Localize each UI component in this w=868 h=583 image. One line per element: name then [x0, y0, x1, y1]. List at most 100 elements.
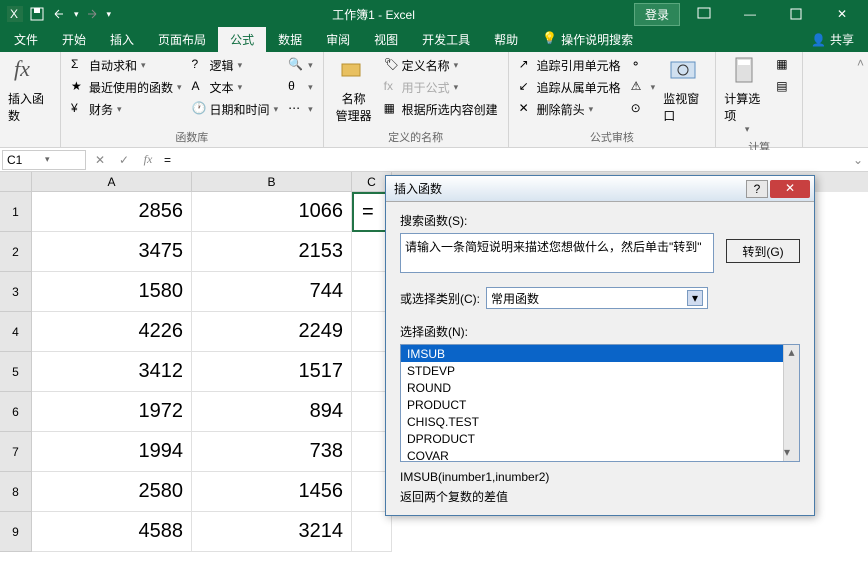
ribbon-display-icon[interactable]: [682, 0, 726, 28]
cell[interactable]: 2249: [192, 312, 352, 352]
expand-formula-icon[interactable]: ⌄: [848, 153, 868, 167]
minimize-icon[interactable]: —: [728, 0, 772, 28]
scroll-down-icon[interactable]: ▾: [784, 445, 790, 461]
dialog-titlebar[interactable]: 插入函数 ? ✕: [386, 176, 814, 202]
cell[interactable]: 4226: [32, 312, 192, 352]
use-in-formula-button[interactable]: fx用于公式▾: [380, 76, 502, 98]
col-header[interactable]: B: [192, 172, 352, 192]
row-header[interactable]: 3: [0, 272, 32, 312]
cell[interactable]: 1066: [192, 192, 352, 232]
formula-input[interactable]: [160, 150, 848, 170]
close-icon[interactable]: ✕: [820, 0, 864, 28]
function-listbox[interactable]: IMSUBSTDEVPROUNDPRODUCTCHISQ.TESTDPRODUC…: [400, 344, 800, 462]
qat-customize-icon[interactable]: ▾: [107, 9, 112, 20]
search-input[interactable]: 请输入一条简短说明来描述您想做什么，然后单击"转到": [400, 233, 714, 273]
lookup-button[interactable]: 🔍▾: [284, 54, 317, 76]
tab-developer[interactable]: 开发工具: [410, 27, 482, 52]
function-item[interactable]: COVAR: [401, 447, 799, 462]
tab-help[interactable]: 帮助: [482, 27, 530, 52]
help-icon[interactable]: ?: [746, 180, 768, 198]
maximize-icon[interactable]: [774, 0, 818, 28]
function-item[interactable]: ROUND: [401, 379, 799, 396]
cell[interactable]: 3412: [32, 352, 192, 392]
math-button[interactable]: θ▾: [284, 76, 317, 98]
trace-precedents-button[interactable]: ↗追踪引用单元格: [515, 54, 625, 76]
autosum-button[interactable]: Σ自动求和▾: [67, 54, 186, 76]
trace-dependents-button[interactable]: ↙追踪从属单元格: [515, 76, 625, 98]
redo-icon[interactable]: [83, 5, 101, 23]
tab-review[interactable]: 审阅: [314, 27, 362, 52]
col-header[interactable]: A: [32, 172, 192, 192]
row-header[interactable]: 5: [0, 352, 32, 392]
tab-formulas[interactable]: 公式: [218, 27, 266, 52]
row-header[interactable]: 9: [0, 512, 32, 552]
tab-data[interactable]: 数据: [266, 27, 314, 52]
cell[interactable]: 1580: [32, 272, 192, 312]
cell[interactable]: 744: [192, 272, 352, 312]
evaluate-button[interactable]: ⊙: [627, 98, 660, 120]
tab-insert[interactable]: 插入: [98, 27, 146, 52]
login-button[interactable]: 登录: [634, 3, 680, 26]
row-header[interactable]: 1: [0, 192, 32, 232]
share-button[interactable]: 👤共享: [799, 27, 866, 52]
cancel-icon[interactable]: ✕: [88, 153, 112, 167]
tab-file[interactable]: 文件: [2, 27, 50, 52]
name-box[interactable]: C1▾: [2, 150, 86, 170]
cell[interactable]: 3214: [192, 512, 352, 552]
logical-button[interactable]: ?逻辑▾: [188, 54, 283, 76]
tell-me[interactable]: 💡操作说明搜索: [530, 27, 645, 52]
cell[interactable]: 894: [192, 392, 352, 432]
scrollbar[interactable]: ▴ ▾: [783, 345, 799, 461]
cell[interactable]: 1517: [192, 352, 352, 392]
datetime-button[interactable]: 🕐日期和时间▾: [188, 98, 283, 120]
function-item[interactable]: DPRODUCT: [401, 430, 799, 447]
cell[interactable]: 1994: [32, 432, 192, 472]
create-from-selection-button[interactable]: ▦根据所选内容创建: [380, 98, 502, 120]
cell[interactable]: 2153: [192, 232, 352, 272]
select-all-corner[interactable]: [0, 172, 32, 192]
define-name-button[interactable]: 🏷定义名称▾: [380, 54, 502, 76]
cell[interactable]: 3475: [32, 232, 192, 272]
insert-function-button[interactable]: fx 插入函数: [6, 54, 54, 126]
collapse-ribbon-icon[interactable]: ˄: [857, 56, 864, 70]
cell[interactable]: 2856: [32, 192, 192, 232]
cell[interactable]: [352, 512, 392, 552]
calc-options-button[interactable]: 计算选项 ▾: [722, 54, 770, 137]
cell[interactable]: 738: [192, 432, 352, 472]
name-manager-button[interactable]: 名称 管理器: [330, 54, 378, 126]
tab-layout[interactable]: 页面布局: [146, 27, 218, 52]
row-header[interactable]: 6: [0, 392, 32, 432]
goto-button[interactable]: 转到(G): [726, 239, 800, 263]
cell[interactable]: 2580: [32, 472, 192, 512]
financial-button[interactable]: ¥财务▾: [67, 98, 186, 120]
row-header[interactable]: 2: [0, 232, 32, 272]
cell[interactable]: 1456: [192, 472, 352, 512]
error-check-button[interactable]: ⚠▾: [627, 76, 660, 98]
recent-functions-button[interactable]: ★最近使用的函数▾: [67, 76, 186, 98]
row-header[interactable]: 7: [0, 432, 32, 472]
text-button[interactable]: A文本▾: [188, 76, 283, 98]
save-icon[interactable]: [28, 5, 46, 23]
undo-icon[interactable]: [50, 5, 68, 23]
show-formulas-button[interactable]: ⚬: [627, 54, 660, 76]
scroll-up-icon[interactable]: ▴: [784, 345, 799, 361]
enter-icon[interactable]: ✓: [112, 153, 136, 167]
function-item[interactable]: IMSUB: [401, 345, 799, 362]
function-item[interactable]: PRODUCT: [401, 396, 799, 413]
function-item[interactable]: CHISQ.TEST: [401, 413, 799, 430]
row-header[interactable]: 4: [0, 312, 32, 352]
tab-view[interactable]: 视图: [362, 27, 410, 52]
category-select[interactable]: 常用函数▾: [486, 287, 708, 309]
fx-bar-icon[interactable]: fx: [136, 152, 160, 167]
function-item[interactable]: STDEVP: [401, 362, 799, 379]
calc-sheet-button[interactable]: ▤: [772, 76, 796, 98]
calc-now-button[interactable]: ▦: [772, 54, 796, 76]
tab-home[interactable]: 开始: [50, 27, 98, 52]
remove-arrows-button[interactable]: ✕删除箭头▾: [515, 98, 625, 120]
cell[interactable]: 4588: [32, 512, 192, 552]
cell[interactable]: 1972: [32, 392, 192, 432]
row-header[interactable]: 8: [0, 472, 32, 512]
watch-window-button[interactable]: 监视窗口: [661, 54, 709, 126]
more-functions-button[interactable]: ⋯▾: [284, 98, 317, 120]
namebox-dropdown-icon[interactable]: ▾: [45, 154, 81, 165]
